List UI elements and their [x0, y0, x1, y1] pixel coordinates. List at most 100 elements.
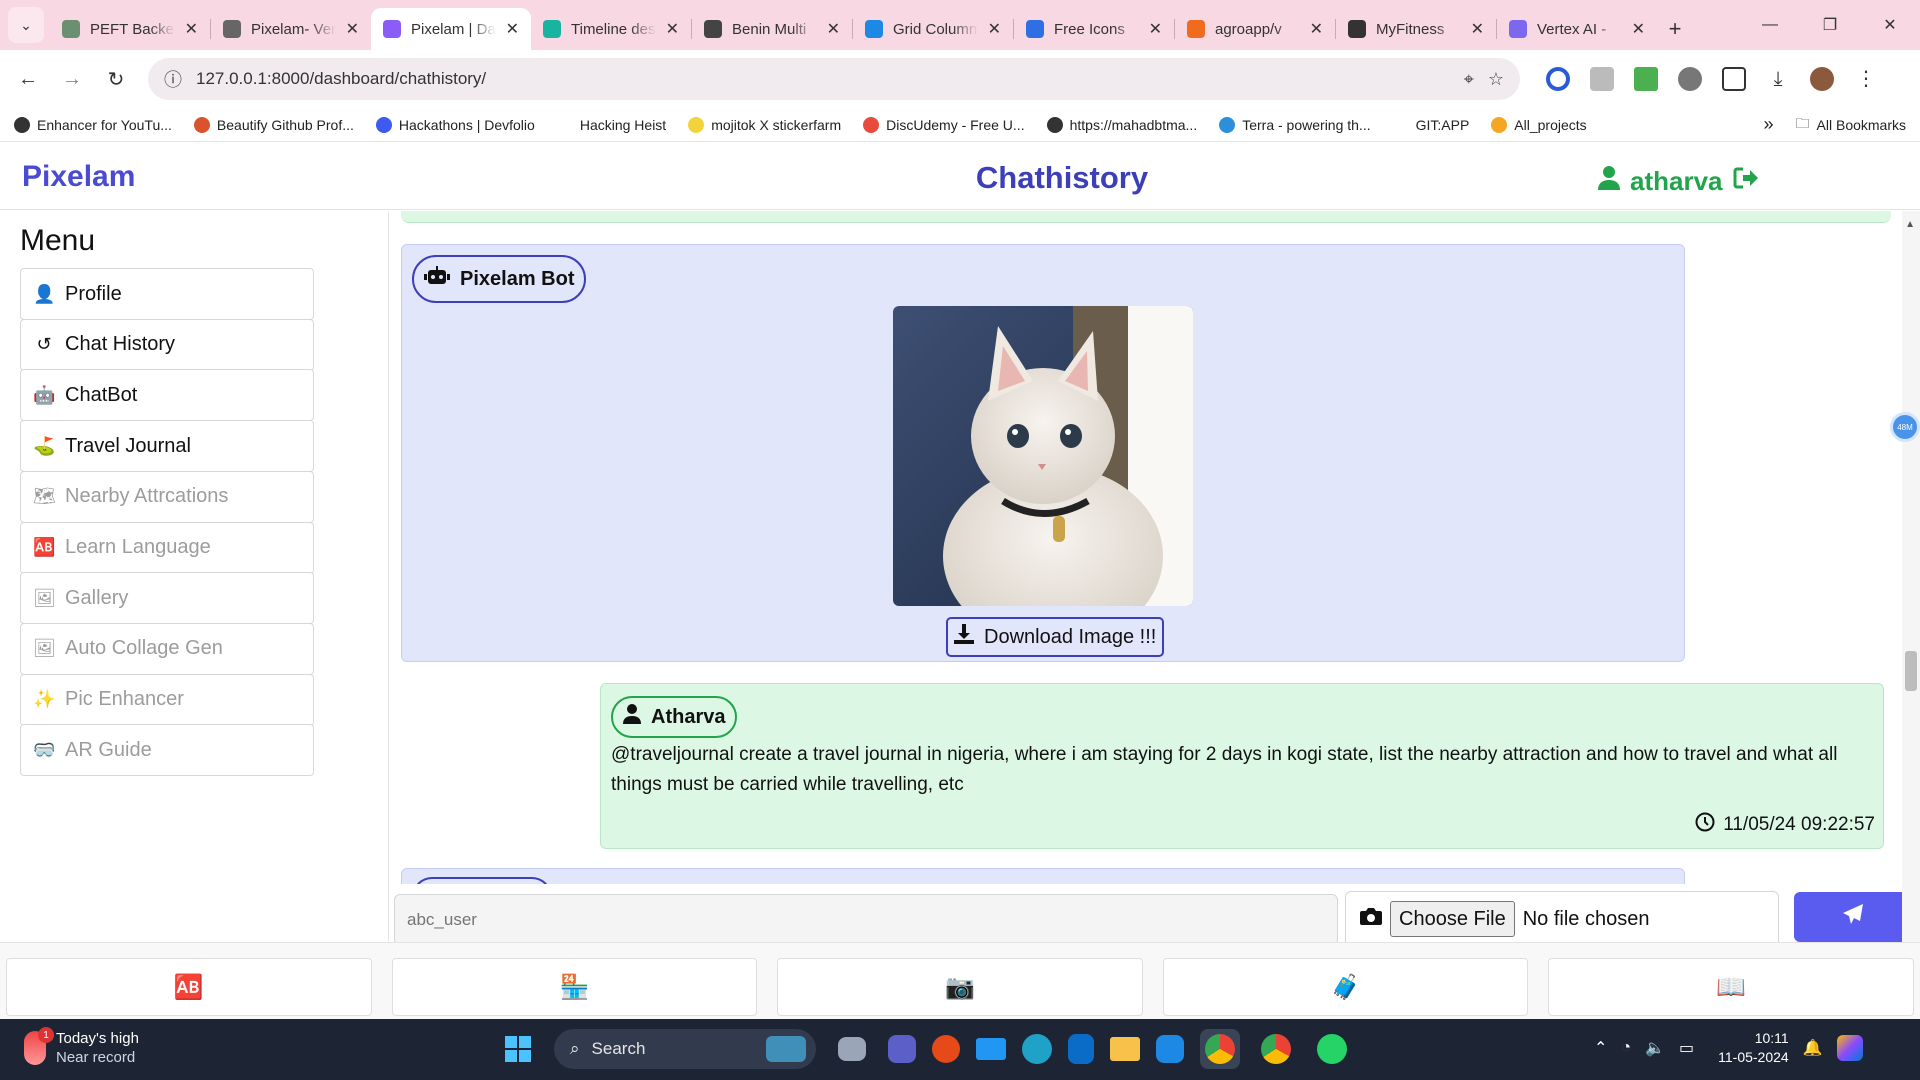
- more-options-icon[interactable]: ⋮: [1854, 67, 1878, 91]
- tab-close-icon[interactable]: ✕: [827, 19, 840, 39]
- floating-extension-badge[interactable]: 48M: [1890, 412, 1920, 442]
- browser-tab[interactable]: PEFT Backend ✕: [50, 8, 210, 50]
- volume-icon[interactable]: 🔈: [1645, 1038, 1665, 1058]
- chevron-up-icon[interactable]: ⌃: [1594, 1038, 1607, 1058]
- bookmark-item[interactable]: mojitok X stickerfarm: [688, 116, 841, 133]
- profile-avatar[interactable]: [1810, 67, 1834, 91]
- bottom-nav-item[interactable]: 🧳: [1162, 958, 1529, 1016]
- calendar-extension-icon[interactable]: [1634, 67, 1658, 91]
- minimize-icon[interactable]: —: [1740, 16, 1800, 34]
- browser-tab[interactable]: Pixelam- Vertex ✕: [211, 8, 371, 50]
- maximize-icon[interactable]: ❐: [1800, 15, 1860, 35]
- new-tab-button[interactable]: +: [1657, 8, 1693, 50]
- tab-close-icon[interactable]: ✕: [1149, 19, 1162, 39]
- office-icon[interactable]: [932, 1035, 960, 1063]
- tab-close-icon[interactable]: ✕: [666, 19, 679, 39]
- dark-extension-icon[interactable]: [1678, 67, 1702, 91]
- wifi-icon[interactable]: ◔: [1621, 1039, 1631, 1057]
- sidebar-item[interactable]: 👤 Profile: [20, 268, 314, 320]
- download-icon[interactable]: ⤓: [1766, 67, 1790, 91]
- reload-icon[interactable]: ↻: [98, 61, 134, 97]
- browser-tab[interactable]: Grid Columns ✕: [853, 8, 1013, 50]
- whatsapp-icon[interactable]: [1312, 1029, 1352, 1069]
- vscode-icon[interactable]: [1156, 1035, 1184, 1063]
- tab-search-button[interactable]: ⌄: [8, 7, 44, 43]
- location-icon[interactable]: ⌖: [1464, 69, 1474, 90]
- bookmark-item[interactable]: Hacking Heist: [556, 116, 666, 133]
- sidebar-item[interactable]: ↺ Chat History: [20, 318, 314, 371]
- edge-icon[interactable]: [1022, 1034, 1052, 1064]
- browser-tab[interactable]: Benin Multi ✕: [692, 8, 852, 50]
- all-bookmarks-button[interactable]: 🗀 All Bookmarks: [1796, 113, 1906, 137]
- copilot-icon[interactable]: [1836, 1035, 1863, 1061]
- scroll-thumb[interactable]: [1905, 651, 1917, 691]
- tab-close-icon[interactable]: ✕: [1471, 19, 1484, 39]
- bookmark-item[interactable]: All_projects: [1491, 116, 1587, 133]
- browser-tab[interactable]: Pixelam | Dashboard ✕: [371, 8, 531, 50]
- back-icon[interactable]: ←: [10, 61, 46, 97]
- tab-close-icon[interactable]: ✕: [1310, 19, 1323, 39]
- sidebar-item[interactable]: 🆎 Learn Language: [20, 521, 314, 574]
- address-bar[interactable]: ⓘ 127.0.0.1:8000/dashboard/chathistory/ …: [148, 58, 1520, 100]
- chrome-icon[interactable]: [1200, 1029, 1240, 1069]
- browser-tab[interactable]: MyFitness ✕: [1336, 8, 1496, 50]
- close-window-icon[interactable]: ✕: [1860, 15, 1920, 35]
- site-info-icon[interactable]: ⓘ: [164, 66, 182, 92]
- file-upload[interactable]: Choose File No file chosen: [1345, 891, 1779, 942]
- chat-input[interactable]: [394, 894, 1338, 942]
- sidebar-item[interactable]: 🥽 AR Guide: [20, 724, 314, 777]
- bookmark-star-icon[interactable]: ☆: [1488, 69, 1504, 90]
- url-text[interactable]: 127.0.0.1:8000/dashboard/chathistory/: [196, 69, 1450, 89]
- browser-tab[interactable]: agroapp/v ✕: [1175, 8, 1335, 50]
- extension-icon[interactable]: [1546, 67, 1570, 91]
- download-image-button[interactable]: Download Image !!!: [946, 617, 1165, 657]
- teams-icon[interactable]: [888, 1035, 916, 1063]
- weather-widget[interactable]: 1 Today's high Near record: [24, 1027, 139, 1067]
- bottom-nav-item[interactable]: 📷: [777, 958, 1143, 1016]
- more-bookmarks-button[interactable]: »: [1764, 114, 1774, 135]
- bottom-nav-item[interactable]: 📖: [1548, 958, 1914, 1016]
- file-explorer-icon[interactable]: [1110, 1037, 1140, 1061]
- tab-close-icon[interactable]: ✕: [988, 19, 1001, 39]
- tab-close-icon[interactable]: ✕: [506, 19, 519, 39]
- choose-file-button[interactable]: Choose File: [1390, 901, 1515, 937]
- taskbar-search[interactable]: ⌕ Search: [554, 1029, 816, 1069]
- username[interactable]: atharva: [1630, 166, 1723, 197]
- chat-scrollbar[interactable]: ▲: [1902, 211, 1920, 942]
- windows-start-icon[interactable]: [498, 1029, 538, 1069]
- bottom-nav-item[interactable]: 🆎: [6, 958, 372, 1016]
- sidebar-item[interactable]: ⛳ Travel Journal: [20, 420, 314, 473]
- chrome-profile-icon[interactable]: [1256, 1029, 1296, 1069]
- camera-extension-icon[interactable]: [1590, 67, 1614, 91]
- bookmark-item[interactable]: DiscUdemy - Free U...: [863, 116, 1025, 133]
- bookmark-item[interactable]: https://mahadbtma...: [1046, 116, 1197, 133]
- notification-bell-icon[interactable]: 🔔: [1803, 1038, 1823, 1058]
- puzzle-icon[interactable]: [1722, 67, 1746, 91]
- browser-tab[interactable]: Free Icons ✕: [1014, 8, 1174, 50]
- task-view-icon[interactable]: [838, 1037, 866, 1061]
- scroll-up-icon[interactable]: ▲: [1905, 219, 1915, 230]
- sidebar-item[interactable]: 🖼 Gallery: [20, 572, 314, 625]
- logout-icon[interactable]: [1733, 166, 1759, 197]
- bookmark-item[interactable]: Terra - powering th...: [1219, 116, 1371, 133]
- bookmark-item[interactable]: Enhancer for YouTu...: [14, 116, 172, 133]
- bookmark-item[interactable]: Hackathons | Devfolio: [375, 116, 535, 133]
- forward-icon[interactable]: →: [54, 61, 90, 97]
- tab-close-icon[interactable]: ✕: [346, 19, 359, 39]
- sidebar-item[interactable]: ✨ Pic Enhancer: [20, 673, 314, 726]
- battery-icon[interactable]: ▭: [1679, 1038, 1694, 1058]
- sidebar-item[interactable]: 🗺 Nearby Attrcations: [20, 470, 314, 523]
- mail-icon[interactable]: [976, 1038, 1006, 1060]
- bottom-nav-item[interactable]: 🏪: [391, 958, 758, 1016]
- send-button[interactable]: [1794, 892, 1912, 942]
- sidebar-item[interactable]: 🤖 ChatBot: [20, 369, 314, 422]
- brand-logo[interactable]: Pixelam: [22, 160, 135, 194]
- browser-tab[interactable]: Timeline design ✕: [531, 8, 691, 50]
- bookmark-item[interactable]: GIT:APP: [1392, 116, 1469, 133]
- clock[interactable]: 10:11 11-05-2024: [1718, 1029, 1789, 1067]
- tab-close-icon[interactable]: ✕: [1632, 19, 1645, 39]
- tab-close-icon[interactable]: ✕: [185, 19, 198, 39]
- bookmark-item[interactable]: Beautify Github Prof...: [193, 116, 354, 133]
- browser-tab[interactable]: Vertex AI - ✕: [1497, 8, 1657, 50]
- store-app-icon[interactable]: [1068, 1034, 1094, 1064]
